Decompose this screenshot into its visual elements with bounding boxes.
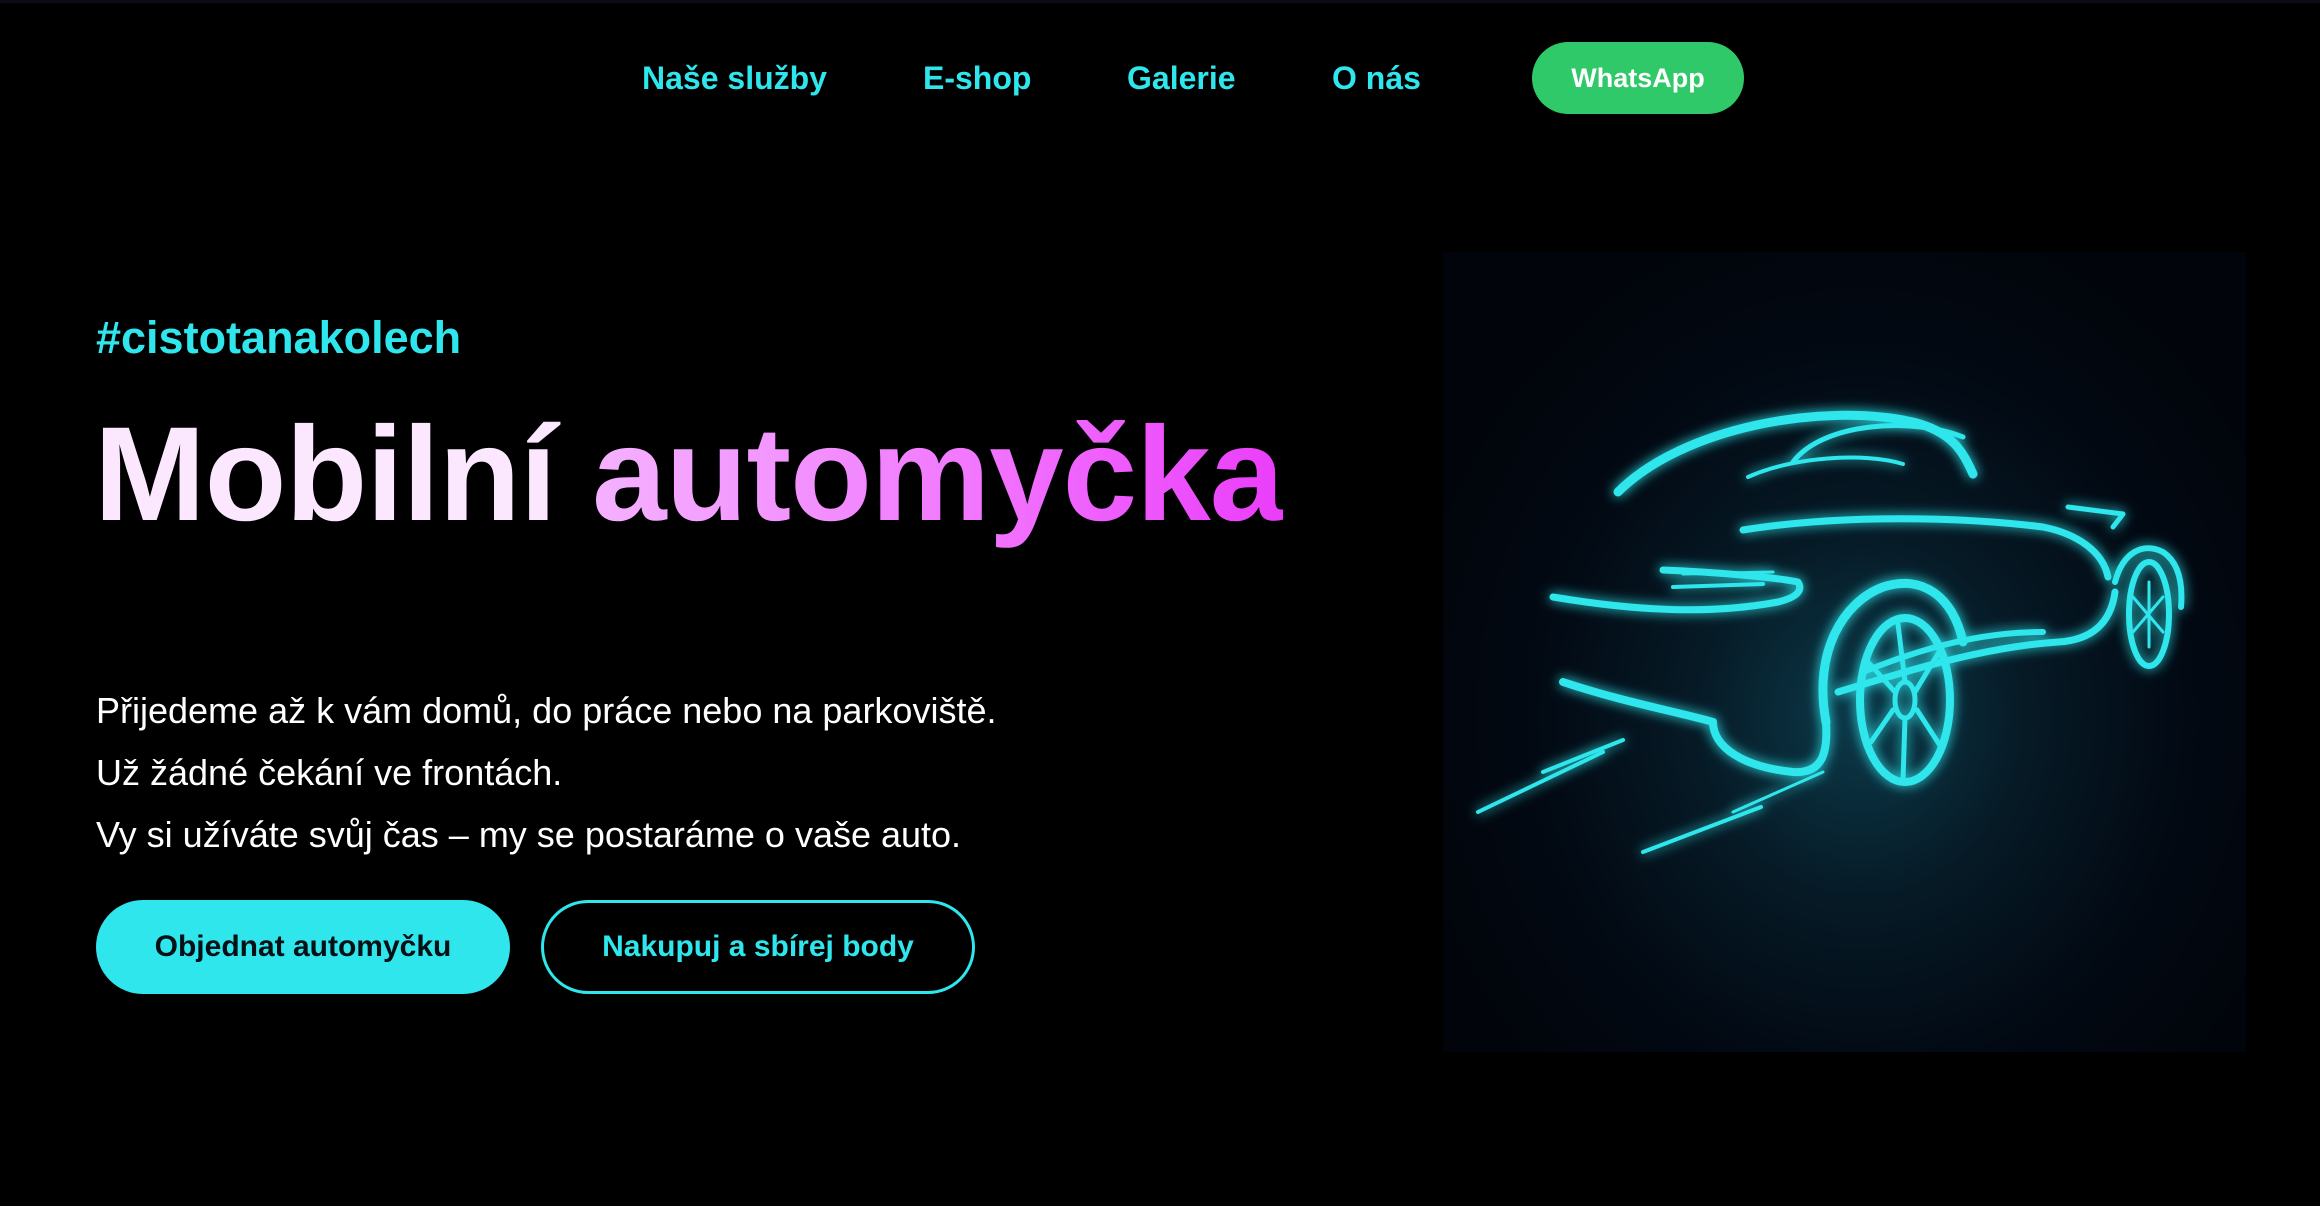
nav-link-about[interactable]: O nás <box>1332 58 1421 98</box>
order-carwash-button[interactable]: Objednat automyčku <box>96 900 510 994</box>
neon-car-icon <box>1476 410 2185 854</box>
hero-title-part2: automyčka <box>592 400 1284 549</box>
hero-description: Přijedeme až k vám domů, do práce nebo n… <box>96 680 996 866</box>
top-border <box>0 0 2320 3</box>
hero-car-image <box>1443 252 2246 1052</box>
whatsapp-button[interactable]: WhatsApp <box>1532 42 1744 114</box>
shop-collect-points-button[interactable]: Nakupuj a sbírej body <box>541 900 975 994</box>
nav-link-gallery[interactable]: Galerie <box>1127 58 1236 98</box>
hero-hashtag: #cistotanakolech <box>96 312 462 363</box>
nav-link-services[interactable]: Naše služby <box>642 58 827 98</box>
hero-description-line: Vy si užíváte svůj čas – my se postaráme… <box>96 814 962 855</box>
nav-link-eshop[interactable]: E-shop <box>923 58 1031 98</box>
main-navigation: Naše služby E-shop Galerie O nás WhatsAp… <box>0 42 2320 114</box>
hero-description-line: Už žádné čekání ve frontách. <box>96 752 563 793</box>
hero-title: Mobilní automyčka <box>94 400 1284 550</box>
hero-description-line: Přijedeme až k vám domů, do práce nebo n… <box>96 690 997 731</box>
hero-title-part1: Mobilní <box>94 400 557 549</box>
